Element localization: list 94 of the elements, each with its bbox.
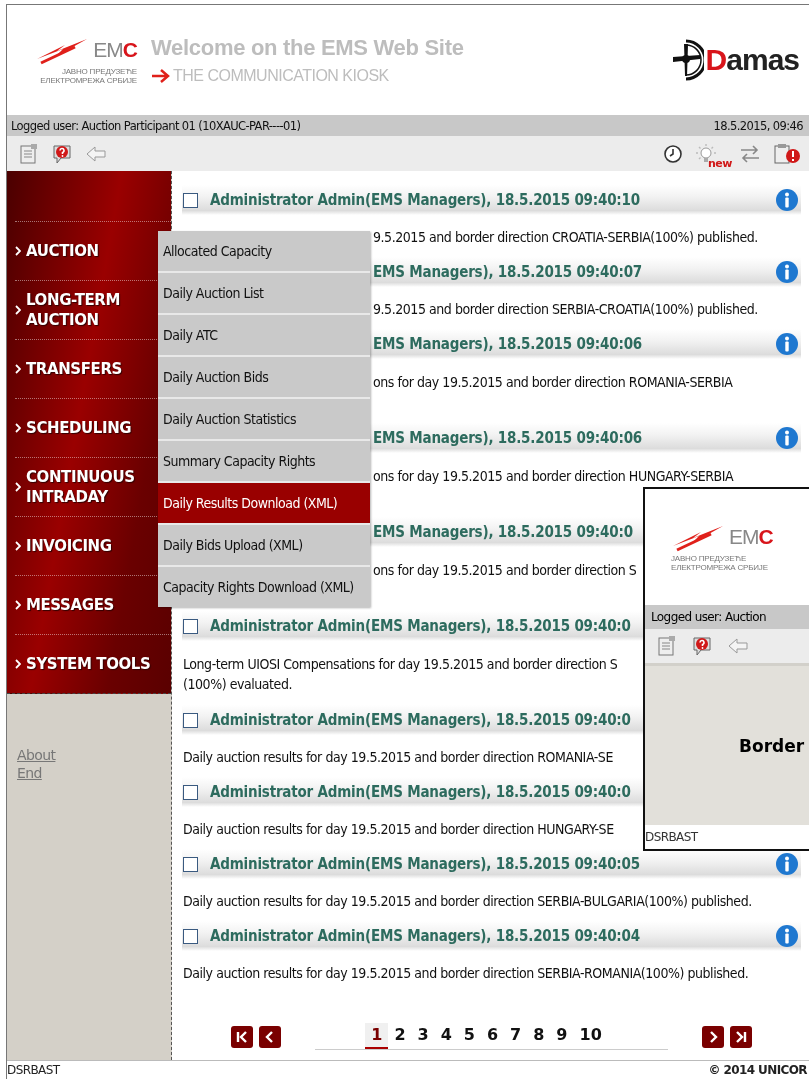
nav-item[interactable]: TRANSFERS [15, 340, 122, 398]
logged-user-label: Logged user: Auction [651, 610, 767, 624]
help-icon[interactable] [51, 142, 73, 165]
chevron-icon [15, 659, 21, 669]
footer-label: DSRBAST [7, 1063, 60, 1077]
logo-text: EMC [729, 525, 773, 549]
arrow-icon [151, 68, 171, 84]
nav-item[interactable]: CONTINUOUS INTRADAY [15, 458, 156, 516]
message-title: Administrator Admin(EMS Managers), 18.5.2015 09:40:0 [210, 783, 631, 801]
logo-subtitle: ЈАВНО ПРЕДУЗЕЋЕ ЕЛЕКТРОМРЕЖА СРБИЈЕ [40, 67, 137, 85]
clock-icon[interactable] [663, 143, 683, 164]
checkbox[interactable] [183, 928, 198, 944]
message-text: 9.5.2015 and border direction SERBIA-CROATIA(100%) published. [372, 300, 758, 319]
section-heading: Border [739, 735, 805, 756]
message-text: Daily auction results for day 19.5.2015 and border direction HUNGARY-SE [182, 820, 614, 839]
info-icon[interactable] [775, 426, 799, 450]
help-icon[interactable] [691, 635, 713, 657]
chevron-icon [15, 600, 21, 610]
menu-item[interactable]: Daily Auction Statistics [158, 399, 370, 439]
message-text: Long-term UIOSI Compensations for day 19.5.2015 and border direction S (100%) evaluated. [182, 655, 618, 694]
message-title: Administrator Admin(EMS Managers), 18.5.2015 09:40:10 [210, 191, 640, 209]
new-label: new [708, 156, 732, 170]
menu-item[interactable]: Allocated Capacity [158, 231, 370, 271]
message-text: 9.5.2015 and border direction CROATIA-SERBIA(100%) published. [372, 228, 758, 247]
swap-arrows-icon[interactable] [739, 143, 761, 164]
nav-item[interactable]: SCHEDULING [15, 399, 132, 457]
site-subtitle: THE COMMUNICATION KIOSK [173, 67, 389, 85]
first-page-icon [235, 1029, 250, 1044]
message-text: Daily auction results for day 19.5.2015 and border direction SERBIA-BULGARIA(100%) published. [182, 892, 752, 911]
page-link[interactable]: 9 [550, 1023, 574, 1049]
menu-item[interactable]: Daily Auction List [158, 273, 370, 313]
info-icon[interactable] [775, 332, 799, 356]
date-time-label: 18.5.2015, 09:46 [713, 118, 803, 133]
clipboard-alert-icon[interactable] [773, 142, 801, 165]
nav-item[interactable]: SYSTEM TOOLS [15, 635, 151, 693]
last-page-button[interactable] [729, 1025, 752, 1048]
logo-text: EMC [93, 38, 137, 62]
site-title: Welcome on the EMS Web Site [151, 35, 465, 61]
nav-item[interactable]: AUCTION [15, 222, 99, 280]
info-icon[interactable] [775, 852, 799, 876]
message-title: EMS Managers), 18.5.2015 09:40:06 [373, 429, 643, 447]
message-title: Administrator Admin(EMS Managers), 18.5.2015 09:40:05 [210, 855, 640, 873]
page-link[interactable]: 8 [527, 1023, 551, 1049]
logged-user-label: Logged user: Auction Participant 01 (10XAUC-PAR----01) [11, 118, 301, 133]
message-title: EMS Managers), 18.5.2015 09:40:0 [373, 523, 633, 541]
menu-item[interactable]: Summary Capacity Rights [158, 441, 370, 481]
menu-item[interactable]: Daily Results Download (XML) [158, 483, 370, 523]
chevron-icon [15, 541, 21, 551]
message-title: Administrator Admin(EMS Managers), 18.5.2015 09:40:0 [210, 711, 631, 729]
page-link[interactable]: 2 [388, 1023, 412, 1049]
previous-page-button[interactable] [259, 1025, 282, 1048]
message-title: EMS Managers), 18.5.2015 09:40:06 [373, 335, 643, 353]
page-link[interactable]: 4 [434, 1023, 458, 1049]
page-link[interactable]: 10 [573, 1023, 608, 1049]
message-title: Administrator Admin(EMS Managers), 18.5.2015 09:40:04 [210, 927, 640, 945]
chevron-icon [15, 364, 21, 374]
message-text: ons for day 19.5.2015 and border direction HUNGARY-SERBIA [372, 467, 734, 486]
message-text: ons for day 19.5.2015 and border direction ROMANIA-SERBIA [372, 373, 733, 392]
nav-item[interactable]: MESSAGES [15, 576, 114, 634]
nav-item[interactable]: LONG-TERM AUCTION [15, 281, 156, 339]
checkbox[interactable] [183, 192, 198, 208]
info-icon[interactable] [775, 188, 799, 212]
menu-item[interactable]: Daily ATC [158, 315, 370, 355]
next-page-button[interactable] [701, 1025, 724, 1048]
footer-label: DSRBAST [645, 830, 698, 844]
brand-logo-text: Damas [705, 43, 799, 77]
menu-item[interactable]: Capacity Rights Download (XML) [158, 567, 370, 607]
chevron-icon [15, 482, 21, 492]
message-text: Daily auction results for day 19.5.2015 and border direction SERBIA-ROMANIA(100%) published. [182, 964, 749, 983]
logo-subtitle: ЈАВНО ПРЕДУЗЕЋЕ ЕЛЕКТРОМРЕЖА СРБИЈЕ [671, 554, 768, 572]
checkbox[interactable] [183, 712, 198, 728]
checkbox[interactable] [183, 856, 198, 872]
page-link[interactable]: 5 [457, 1023, 481, 1049]
nav-item[interactable]: INVOICING [15, 517, 112, 575]
menu-item[interactable]: Daily Bids Upload (XML) [158, 525, 370, 565]
chevron-icon [15, 246, 21, 256]
message-text: ons for day 19.5.2015 and border direction S [372, 561, 637, 580]
info-icon[interactable] [775, 260, 799, 284]
copyright-label: © 2014 UNICOR [708, 1063, 807, 1077]
info-icon[interactable] [775, 924, 799, 948]
page-link[interactable]: 3 [411, 1023, 435, 1049]
page-link[interactable]: 6 [480, 1023, 505, 1049]
checkbox[interactable] [183, 618, 198, 634]
message-title: EMS Managers), 18.5.2015 09:40:07 [373, 263, 643, 281]
chevron-icon [15, 305, 21, 315]
message-title: Administrator Admin(EMS Managers), 18.5.2015 09:40:0 [210, 617, 631, 635]
menu-item[interactable]: Daily Auction Bids [158, 357, 370, 397]
message-text: Daily auction results for day 19.5.2015 and border direction ROMANIA-SE [182, 748, 613, 767]
page-link[interactable]: 1 [365, 1023, 389, 1049]
chevron-icon [15, 423, 21, 433]
last-page-icon [733, 1029, 748, 1044]
checkbox[interactable] [183, 784, 198, 800]
page-link[interactable]: 7 [504, 1023, 528, 1049]
first-page-button[interactable] [231, 1025, 254, 1048]
